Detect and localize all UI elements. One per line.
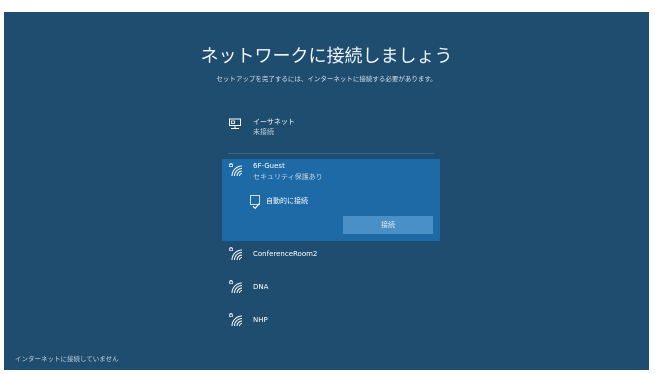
network-item[interactable]: NHP [222, 310, 440, 340]
connection-status: インターネットに接続していません [15, 355, 119, 363]
wifi-secured-icon [229, 279, 243, 294]
network-name: NHP [253, 316, 268, 324]
connect-button[interactable]: 接続 [343, 216, 433, 234]
wifi-secured-icon [229, 312, 243, 327]
network-name: DNA [253, 283, 269, 291]
page-title: ネットワークに接続しましょう [200, 46, 453, 67]
network-item[interactable]: DNA [222, 277, 440, 307]
network-name: ConferenceRoom2 [253, 250, 318, 258]
network-name: 6F-Guest [253, 162, 285, 170]
network-security: セキュリティ保護あり [253, 173, 323, 181]
page-subtitle: セットアップを完了するには、インターネットに接続する必要があります。 [216, 75, 437, 83]
network-item[interactable]: ConferenceRoom2 [222, 244, 440, 274]
auto-connect-label: 自動的に接続 [266, 197, 308, 205]
ethernet-item[interactable]: イーサネット 未接続 [222, 114, 440, 144]
wifi-secured-icon [229, 162, 243, 177]
wifi-secured-icon [229, 246, 243, 261]
check-icon [252, 203, 260, 210]
ethernet-status: 未接続 [253, 128, 274, 136]
ethernet-icon [228, 116, 242, 130]
divider [228, 153, 434, 154]
oobe-network-screen: ネットワークに接続しましょう セットアップを完了するには、インターネットに接続す… [4, 12, 649, 370]
ethernet-name: イーサネット [253, 118, 295, 126]
network-item-selected[interactable]: 6F-Guest セキュリティ保護あり 自動的に接続 接続 [222, 159, 440, 241]
checkbox-box[interactable] [250, 195, 260, 210]
